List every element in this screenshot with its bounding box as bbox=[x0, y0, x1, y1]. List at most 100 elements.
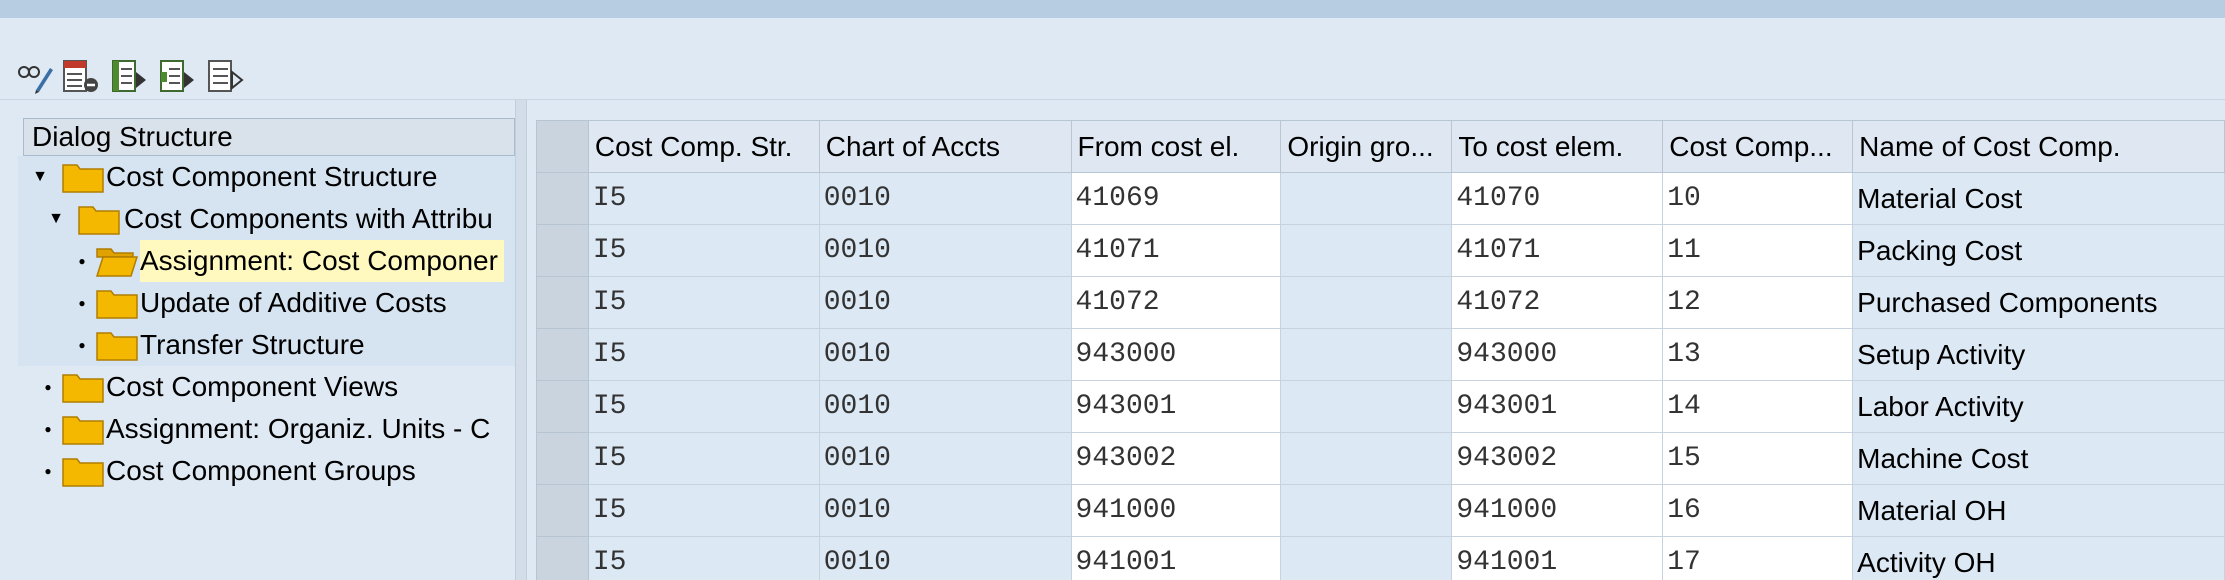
tree-item-cost-component-structure[interactable]: ▼ Cost Component Structure bbox=[18, 156, 515, 198]
folder-icon bbox=[96, 332, 138, 361]
dialog-structure-header: Dialog Structure bbox=[23, 118, 515, 156]
row-selector[interactable] bbox=[536, 380, 589, 433]
cell-cost-comp-str: I5 bbox=[587, 380, 820, 433]
dialog-structure-panel: Dialog Structure ▼ Cost Component Struct… bbox=[18, 114, 515, 580]
tree-item-label: Cost Component Groups bbox=[106, 455, 416, 486]
cell-cost-comp[interactable]: 16 bbox=[1662, 484, 1854, 537]
row-selector[interactable] bbox=[536, 432, 589, 485]
column-header-chart-of-accts[interactable]: Chart of Accts bbox=[818, 120, 1072, 173]
column-header-cost-comp[interactable]: Cost Comp... bbox=[1662, 120, 1854, 173]
cell-name-of-cost-comp: Labor Activity bbox=[1852, 380, 2225, 433]
cell-cost-comp[interactable]: 15 bbox=[1662, 432, 1854, 485]
cell-from-cost-el[interactable]: 941001 bbox=[1070, 536, 1282, 580]
cost-element-assignment-table: Cost Comp. Str. Chart of Accts From cost… bbox=[536, 120, 2225, 580]
cell-name-of-cost-comp: Packing Cost bbox=[1852, 224, 2225, 277]
row-selector[interactable] bbox=[536, 536, 589, 580]
folder-icon bbox=[62, 416, 104, 445]
cell-name-of-cost-comp: Machine Cost bbox=[1852, 432, 2225, 485]
tree-item-cost-component-views[interactable]: ● Cost Component Views bbox=[18, 366, 515, 408]
cell-chart-of-accts: 0010 bbox=[818, 328, 1072, 381]
cell-to-cost-elem[interactable]: 941000 bbox=[1451, 484, 1664, 537]
column-header-name-of-cost-comp[interactable]: Name of Cost Comp. bbox=[1852, 120, 2225, 173]
select-all-icon[interactable] bbox=[110, 56, 148, 98]
column-header-to-cost-elem[interactable]: To cost elem. bbox=[1451, 120, 1664, 173]
cell-name-of-cost-comp: Activity OH bbox=[1852, 536, 2225, 580]
tree-item-label: Assignment: Organiz. Units - C bbox=[106, 413, 491, 444]
column-header-origin-group[interactable]: Origin gro... bbox=[1280, 120, 1453, 173]
cell-chart-of-accts: 0010 bbox=[818, 432, 1072, 485]
select-all-cell[interactable] bbox=[536, 120, 589, 173]
tree-item-cost-component-groups[interactable]: ● Cost Component Groups bbox=[18, 450, 515, 492]
cell-from-cost-el[interactable]: 943001 bbox=[1070, 380, 1282, 433]
row-selector[interactable] bbox=[536, 328, 589, 381]
cell-chart-of-accts: 0010 bbox=[818, 380, 1072, 433]
tree-item-label: Cost Component Views bbox=[106, 371, 399, 402]
cell-cost-comp[interactable]: 11 bbox=[1662, 224, 1854, 277]
table-row: I5 0010 943001 943001 14 Labor Activity bbox=[536, 380, 2225, 433]
cell-to-cost-elem[interactable]: 41070 bbox=[1451, 172, 1664, 225]
row-selector[interactable] bbox=[536, 172, 589, 225]
row-selector[interactable] bbox=[536, 224, 589, 277]
table-row: I5 0010 943000 943000 13 Setup Activity bbox=[536, 328, 2225, 381]
cell-cost-comp-str: I5 bbox=[587, 224, 820, 277]
tree-item-label: Cost Components with Attribu bbox=[124, 203, 493, 234]
cell-from-cost-el[interactable]: 41071 bbox=[1070, 224, 1282, 277]
cell-to-cost-elem[interactable]: 943002 bbox=[1451, 432, 1664, 485]
delete-row-icon[interactable] bbox=[62, 56, 100, 98]
cell-to-cost-elem[interactable]: 41071 bbox=[1451, 224, 1664, 277]
cell-cost-comp[interactable]: 10 bbox=[1662, 172, 1854, 225]
table-row: I5 0010 941000 941000 16 Material OH bbox=[536, 484, 2225, 537]
title-bar bbox=[0, 0, 2225, 18]
cell-from-cost-el[interactable]: 41069 bbox=[1070, 172, 1282, 225]
cell-cost-comp[interactable]: 17 bbox=[1662, 536, 1854, 580]
tree-item-cost-components-with-attributes[interactable]: ▼ Cost Components with Attribu bbox=[18, 198, 515, 240]
cell-from-cost-el[interactable]: 941000 bbox=[1070, 484, 1282, 537]
bullet-icon: ● bbox=[44, 380, 52, 394]
cell-to-cost-elem[interactable]: 941001 bbox=[1451, 536, 1664, 580]
folder-icon bbox=[62, 164, 104, 193]
cell-from-cost-el[interactable]: 943002 bbox=[1070, 432, 1282, 485]
tree-item-assignment-organiz-units[interactable]: ● Assignment: Organiz. Units - C bbox=[18, 408, 515, 450]
cell-chart-of-accts: 0010 bbox=[818, 536, 1072, 580]
tree-item-label: Transfer Structure bbox=[140, 329, 365, 360]
column-header-cost-comp-str[interactable]: Cost Comp. Str. bbox=[587, 120, 820, 173]
cell-name-of-cost-comp: Setup Activity bbox=[1852, 328, 2225, 381]
cell-cost-comp[interactable]: 12 bbox=[1662, 276, 1854, 329]
folder-icon bbox=[62, 458, 104, 487]
cell-chart-of-accts: 0010 bbox=[818, 224, 1072, 277]
tree-item-assignment-cost-component[interactable]: ● Assignment: Cost Componer bbox=[18, 240, 515, 282]
expanded-triangle-icon[interactable]: ▼ bbox=[44, 198, 68, 240]
cell-cost-comp[interactable]: 14 bbox=[1662, 380, 1854, 433]
panel-splitter[interactable] bbox=[515, 100, 527, 580]
tree-item-label: Cost Component Structure bbox=[106, 161, 438, 192]
cell-to-cost-elem[interactable]: 943001 bbox=[1451, 380, 1664, 433]
cell-cost-comp-str: I5 bbox=[587, 172, 820, 225]
cell-origin-group[interactable] bbox=[1280, 380, 1453, 433]
row-selector[interactable] bbox=[536, 484, 589, 537]
cell-origin-group[interactable] bbox=[1280, 536, 1453, 580]
tree-item-transfer-structure[interactable]: ● Transfer Structure bbox=[18, 324, 515, 366]
bullet-icon: ● bbox=[78, 338, 86, 352]
table-row: I5 0010 41069 41070 10 Material Cost bbox=[536, 172, 2225, 225]
cell-origin-group[interactable] bbox=[1280, 276, 1453, 329]
display-change-icon[interactable] bbox=[16, 56, 54, 98]
expanded-triangle-icon[interactable]: ▼ bbox=[28, 156, 52, 198]
row-selector[interactable] bbox=[536, 276, 589, 329]
column-header-from-cost-el[interactable]: From cost el. bbox=[1070, 120, 1282, 173]
bullet-icon: ● bbox=[78, 296, 86, 310]
cell-from-cost-el[interactable]: 41072 bbox=[1070, 276, 1282, 329]
cell-from-cost-el[interactable]: 943000 bbox=[1070, 328, 1282, 381]
cell-origin-group[interactable] bbox=[1280, 432, 1453, 485]
cell-cost-comp-str: I5 bbox=[587, 276, 820, 329]
cell-origin-group[interactable] bbox=[1280, 172, 1453, 225]
cell-chart-of-accts: 0010 bbox=[818, 276, 1072, 329]
select-block-icon[interactable] bbox=[158, 56, 196, 98]
tree-item-update-of-additive-costs[interactable]: ● Update of Additive Costs bbox=[18, 282, 515, 324]
cell-to-cost-elem[interactable]: 41072 bbox=[1451, 276, 1664, 329]
cell-cost-comp[interactable]: 13 bbox=[1662, 328, 1854, 381]
cell-to-cost-elem[interactable]: 943000 bbox=[1451, 328, 1664, 381]
cell-origin-group[interactable] bbox=[1280, 224, 1453, 277]
cell-origin-group[interactable] bbox=[1280, 328, 1453, 381]
cell-origin-group[interactable] bbox=[1280, 484, 1453, 537]
deselect-all-icon[interactable] bbox=[206, 56, 244, 98]
